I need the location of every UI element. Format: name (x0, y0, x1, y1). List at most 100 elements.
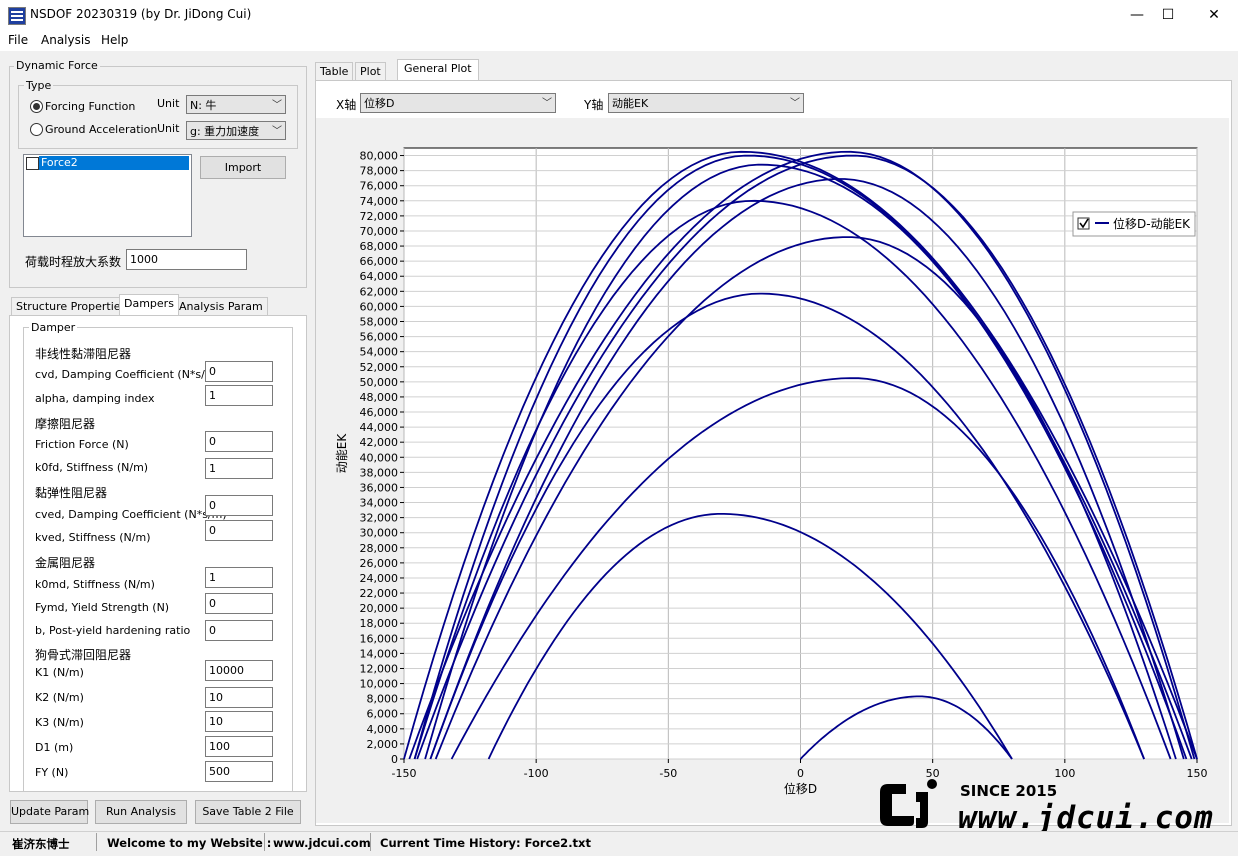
alpha-input[interactable]: 1 (205, 385, 273, 406)
y-tick-label: 50,000 (360, 376, 399, 389)
kved-label: kved, Stiffness (N/m) (35, 531, 151, 544)
y-tick-label: 34,000 (360, 497, 399, 510)
k1-input[interactable]: 10000 (205, 660, 273, 681)
maximize-button[interactable]: ☐ (1145, 0, 1191, 31)
unit-ground-select[interactable]: g: 重力加速度 ﹀ (186, 121, 286, 140)
forcing-function-radio[interactable] (30, 100, 43, 113)
y-tick-label: 28,000 (360, 542, 399, 555)
y-tick-label: 64,000 (360, 270, 399, 283)
y-tick-label: 46,000 (360, 406, 399, 419)
save-table-button[interactable]: Save Table 2 File (195, 800, 301, 824)
cvd-label: cvd, Damping Coefficient (N*s/m) (35, 368, 220, 381)
window-title: NSDOF 20230319 (by Dr. JiDong Cui) (30, 7, 252, 21)
x-axis-title: 位移D (784, 781, 817, 796)
tab-table[interactable]: Table (315, 62, 354, 80)
scale-input[interactable]: 1000 (126, 249, 247, 270)
status-separator (264, 833, 265, 851)
y-tick-label: 4,000 (367, 723, 399, 736)
x-tick-label: -100 (524, 767, 549, 780)
update-param-button[interactable]: Update Param (10, 800, 89, 824)
kved-input[interactable]: 0 (205, 520, 273, 541)
type-title: Type (24, 79, 54, 92)
y-axis-select[interactable]: 动能EK ﹀ (608, 93, 804, 113)
damper-title: Damper (29, 321, 78, 334)
tab-structure-properties[interactable]: Structure Properties (11, 297, 132, 315)
cvd-input[interactable]: 0 (205, 361, 273, 382)
tab-plot[interactable]: Plot (355, 62, 386, 80)
y-tick-label: 48,000 (360, 391, 399, 404)
b-input[interactable]: 0 (205, 620, 273, 641)
y-tick-label: 36,000 (360, 481, 399, 494)
force-list-item[interactable]: Force2 (39, 156, 189, 170)
dynamic-force-title: Dynamic Force (14, 59, 100, 72)
legend-entry: 位移D-动能EK (1113, 216, 1191, 231)
x-axis-select[interactable]: 位移D ﹀ (360, 93, 556, 113)
y-tick-label: 70,000 (360, 225, 399, 238)
menu-help[interactable]: Help (101, 33, 128, 47)
legend: 位移D-动能EK (1072, 211, 1196, 237)
d1-input[interactable]: 100 (205, 736, 273, 757)
run-analysis-button[interactable]: Run Analysis (95, 800, 187, 824)
fymd-label: Fymd, Yield Strength (N) (35, 601, 170, 614)
y-tick-label: 20,000 (360, 602, 399, 615)
k2-input[interactable]: 10 (205, 687, 273, 708)
ground-acceleration-radio[interactable] (30, 123, 43, 136)
d1-label: D1 (m) (35, 741, 74, 754)
y-tick-label: 62,000 (360, 285, 399, 298)
tab-analysis-param[interactable]: Analysis Param (174, 297, 268, 315)
x-tick-label: -50 (659, 767, 677, 780)
y-tick-label: 40,000 (360, 451, 399, 464)
status-author: 崔济东博士 (12, 837, 70, 851)
k0md-input[interactable]: 1 (205, 567, 273, 588)
force-list-checkbox[interactable] (26, 157, 39, 170)
chart: 0 2,000 4,000 6,000 8,000 10,000 12,000 14,000 1… (316, 118, 1229, 823)
import-button[interactable]: Import (200, 156, 286, 179)
y-tick-label: 30,000 (360, 527, 399, 540)
friction-heading: 摩擦阻尼器 (35, 417, 96, 431)
y-tick-label: 68,000 (360, 240, 399, 253)
y-tick-label: 6,000 (367, 708, 399, 721)
y-axis-label: Y轴 (584, 98, 604, 112)
y-tick-label: 22,000 (360, 587, 399, 600)
y-tick-label: 24,000 (360, 572, 399, 585)
y-tick-label: 38,000 (360, 466, 399, 479)
fy-label: FY (N) (35, 766, 69, 779)
b-label: b, Post-yield hardening ratio (35, 624, 191, 637)
y-tick-label: 76,000 (360, 180, 399, 193)
status-site-link[interactable]: www.jdcui.com (273, 836, 371, 850)
y-tick-label: 0 (391, 753, 398, 766)
fy-input[interactable]: 500 (205, 761, 273, 782)
cved-input[interactable]: 0 (205, 495, 273, 516)
k3-input[interactable]: 10 (205, 711, 273, 732)
menu-file[interactable]: File (8, 33, 28, 47)
since-label: SINCE 2015 (960, 782, 1058, 800)
status-separator (370, 833, 371, 851)
friction-label: Friction Force (N) (35, 438, 129, 451)
y-tick-label: 42,000 (360, 436, 399, 449)
y-tick-label: 52,000 (360, 361, 399, 374)
ground-acceleration-label: Ground Acceleration (45, 123, 158, 136)
k1-label: K1 (N/m) (35, 666, 84, 679)
y-tick-label: 12,000 (360, 662, 399, 675)
y-tick-label: 80,000 (360, 150, 399, 163)
dogbone-heading: 狗骨式滞回阻尼器 (35, 648, 132, 662)
friction-input[interactable]: 0 (205, 431, 273, 452)
x-axis-label: X轴 (336, 98, 357, 112)
menu-analysis[interactable]: Analysis (41, 33, 90, 47)
cved-label: cved, Damping Coefficient (N*s/m) (35, 508, 227, 521)
k2-label: K2 (N/m) (35, 691, 84, 704)
tab-dampers[interactable]: Dampers (119, 294, 179, 315)
y-tick-label: 10,000 (360, 678, 399, 691)
tab-general-plot[interactable]: General Plot (397, 59, 479, 80)
status-separator (96, 833, 97, 851)
fymd-input[interactable]: 0 (205, 593, 273, 614)
k3-label: K3 (N/m) (35, 716, 84, 729)
y-tick-label: 72,000 (360, 210, 399, 223)
y-tick-label: 56,000 (360, 331, 399, 344)
unit-forcing-select[interactable]: N: 牛 ﹀ (186, 95, 286, 114)
close-button[interactable]: ✕ (1191, 0, 1237, 31)
chevron-down-icon: ﹀ (272, 126, 282, 137)
status-current-history: Current Time History: Force2.txt (380, 836, 591, 850)
k0fd-input[interactable]: 1 (205, 458, 273, 479)
scale-label: 荷载时程放大系数 (25, 255, 122, 269)
